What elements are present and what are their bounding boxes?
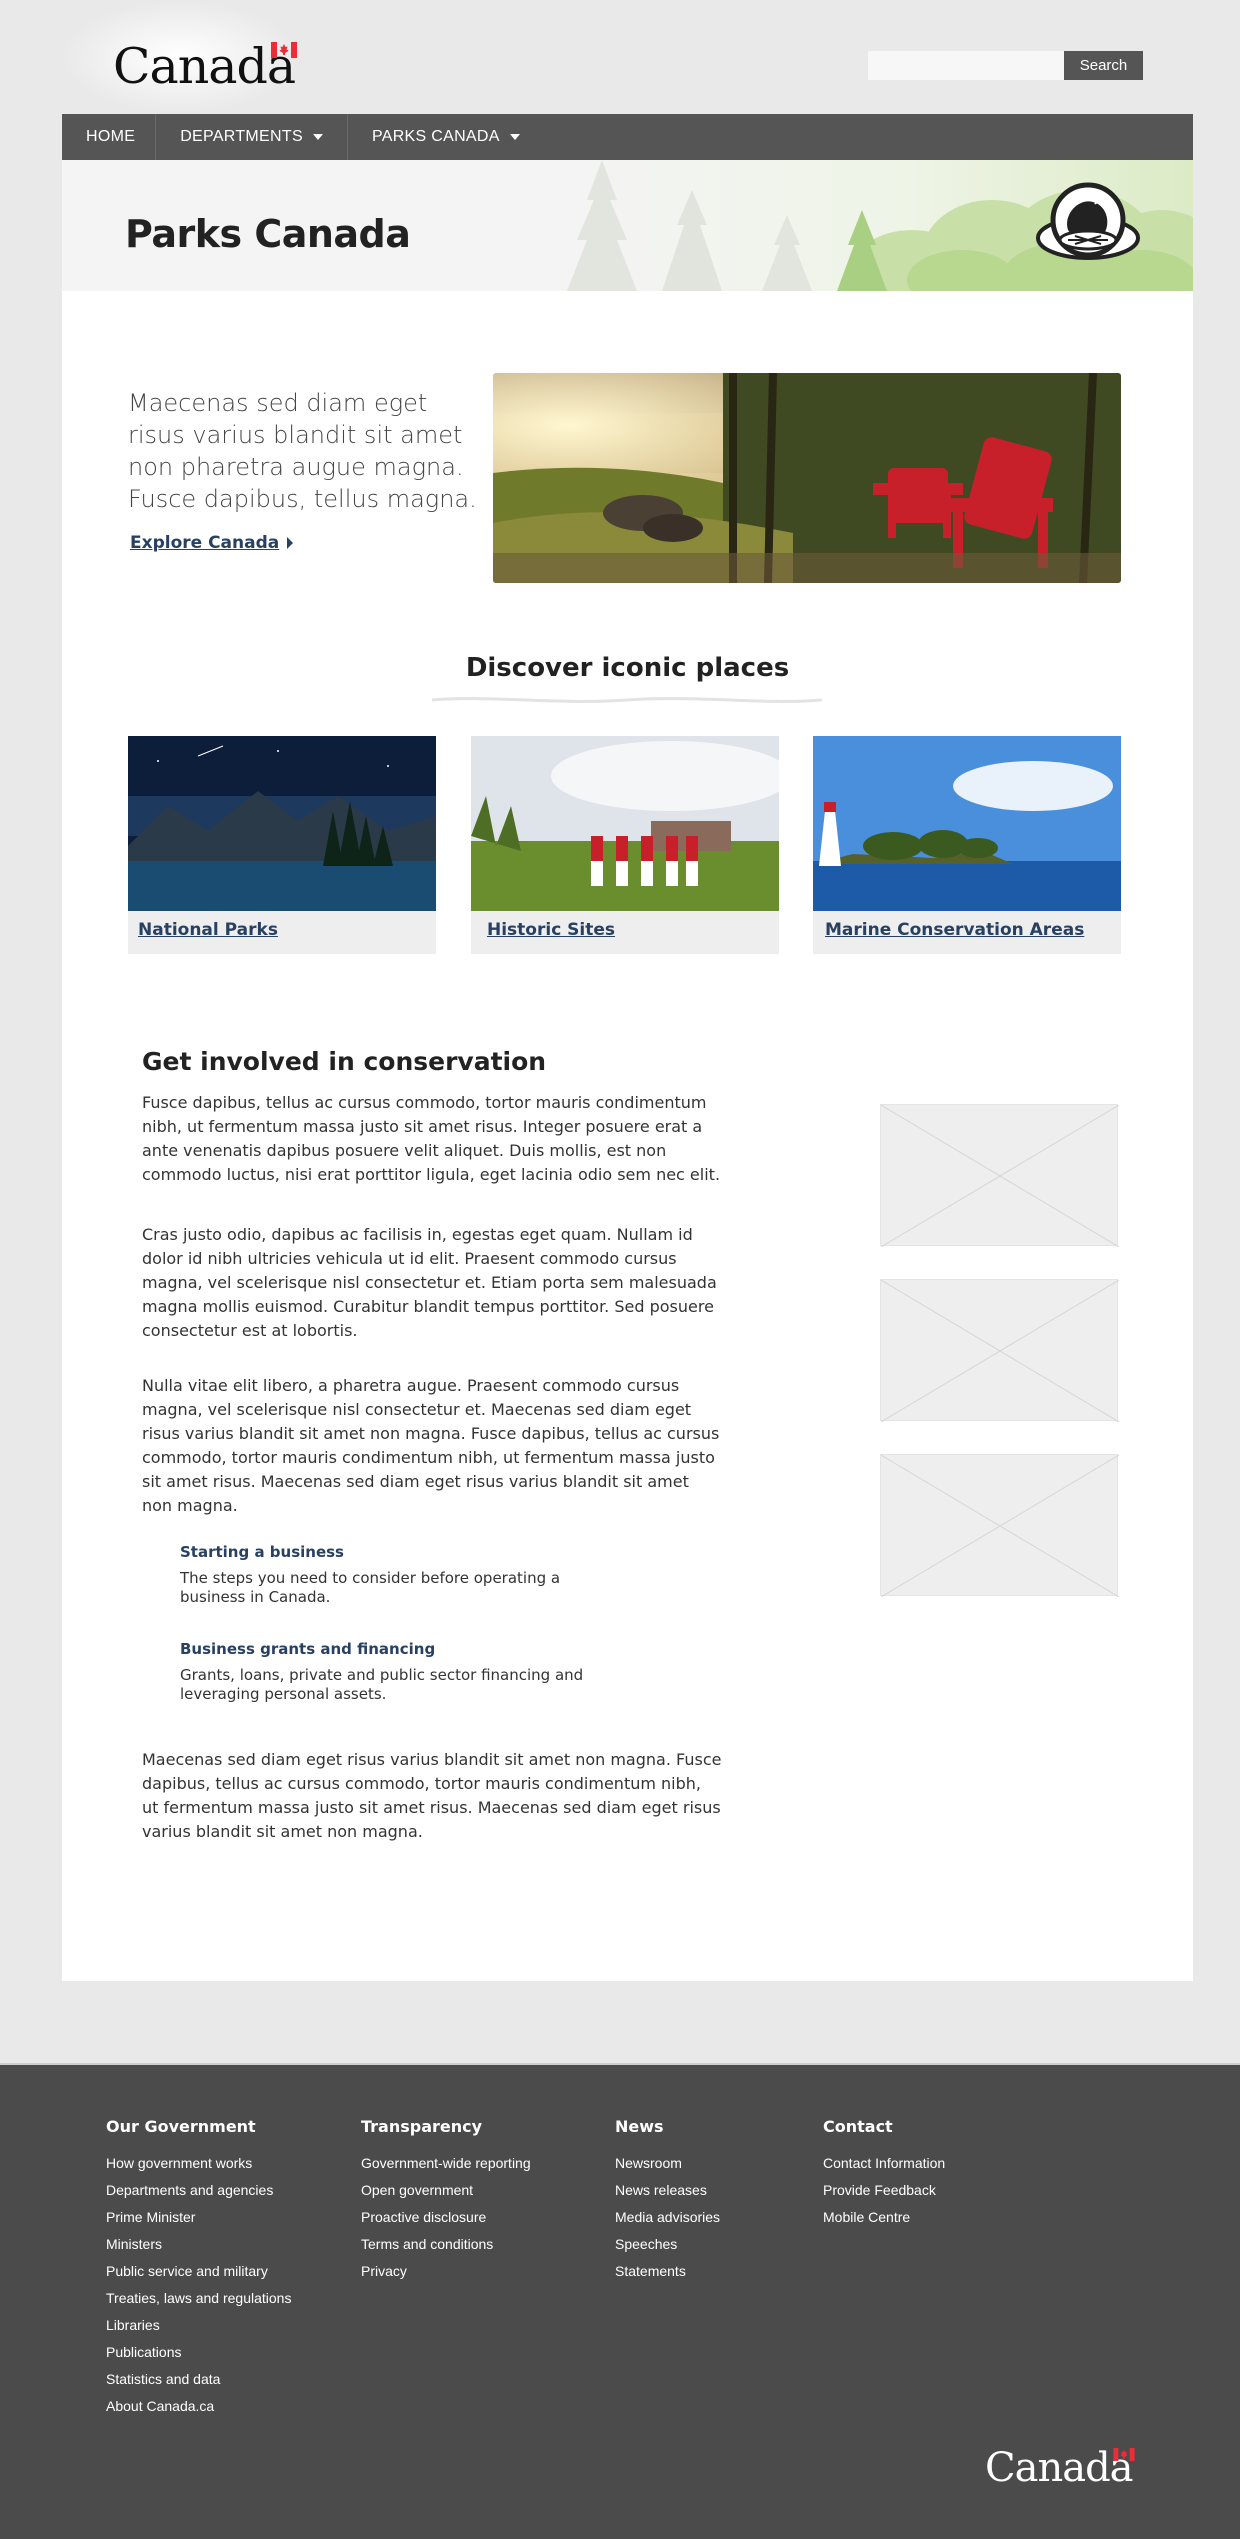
footer-link[interactable]: Ministers [106,2231,291,2258]
national-parks-image [128,736,436,911]
nav-parks-canada-label: PARKS CANADA [371,128,500,145]
footer-link[interactable]: News releases [615,2177,720,2204]
main-content: Maecenas sed diam eget risus varius blan… [62,291,1193,1981]
marine-conservation-image [813,736,1121,911]
historic-sites-image [471,736,779,911]
paragraph: Fusce dapibus, tellus ac cursus commodo,… [142,1093,721,1184]
footer-link[interactable]: Treaties, laws and regulations [106,2285,291,2312]
footer-link[interactable]: Terms and conditions [361,2231,531,2258]
nav-departments[interactable]: DEPARTMENTS [156,114,348,160]
footer-link[interactable]: Libraries [106,2312,291,2339]
intro-text: Maecenas sed diam eget risus varius blan… [128,389,477,513]
footer-link[interactable]: Proactive disclosure [361,2204,531,2231]
search-input[interactable] [868,51,1064,80]
section-title-discover: Discover iconic places [465,653,790,683]
footer-link[interactable]: Publications [106,2339,291,2366]
main-nav: HOME DEPARTMENTS PARKS CANADA [62,114,1193,160]
paragraph: Nulla vitae elit libero, a pharetra augu… [142,1376,720,1515]
nav-home[interactable]: HOME [62,114,157,160]
resource-description: Grants, loans, private and public sector… [180,1666,584,1703]
footer-column-title: Transparency [361,2117,483,2136]
chevron-down-icon [509,134,520,140]
footer-link[interactable]: Government-wide reporting [361,2150,531,2177]
hero-image [493,373,1121,583]
chevron-down-icon [312,134,323,140]
site-footer: Our Government How government works Depa… [0,2063,1240,2539]
red-chairs-lake-image [493,373,1121,583]
nav-departments-label: DEPARTMENTS [180,128,303,145]
search-button[interactable]: Search [1064,51,1143,80]
footer-link[interactable]: Departments and agencies [106,2177,291,2204]
footer-column-news: News Newsroom News releases Media adviso… [615,2117,720,2285]
footer-link[interactable]: Newsroom [615,2150,720,2177]
explore-canada-link[interactable]: Explore Canada [130,533,294,553]
image-placeholder [880,1454,1120,1598]
footer-link[interactable]: Statements [615,2258,720,2285]
canada-flag-icon [1112,2448,1135,2461]
title-underline-decoration [432,697,822,703]
card-label: Historic Sites [487,920,616,940]
footer-link[interactable]: Statistics and data [106,2366,291,2393]
image-placeholder [880,1104,1120,1248]
footer-link[interactable]: Prime Minister [106,2204,291,2231]
site-header: Canada Search [0,0,1240,114]
resource-link-starting-business[interactable]: Starting a business [180,1543,344,1561]
card-historic-sites[interactable]: Historic Sites [471,736,779,954]
card-label: National Parks [138,920,278,940]
paragraph: Maecenas sed diam eget risus varius blan… [142,1750,722,1841]
footer-column-title: Our Government [106,2117,256,2136]
page-title: Parks Canada [125,212,411,256]
card-label: Marine Conservation Areas [825,920,1085,940]
footer-link[interactable]: Open government [361,2177,531,2204]
footer-column-title: News [615,2117,664,2136]
footer-link[interactable]: Privacy [361,2258,531,2285]
footer-canada-wordmark: Canada [985,2445,1135,2491]
footer-column-our-government: Our Government How government works Depa… [106,2117,291,2420]
canada-wordmark[interactable]: Canada [113,38,298,95]
footer-wordmark-text: Canada [985,2445,1134,2491]
card-marine-conservation[interactable]: Marine Conservation Areas [813,736,1121,954]
card-national-parks[interactable]: National Parks [128,736,436,954]
explore-canada-label: Explore Canada [130,533,280,553]
image-placeholder [880,1279,1120,1423]
section-title-conservation: Get involved in conservation [142,1047,547,1076]
footer-column-contact: Contact Contact Information Provide Feed… [823,2117,945,2231]
page-banner: Parks Canada [62,160,1193,291]
resource-description: The steps you need to consider before op… [180,1569,561,1606]
footer-column-title: Contact [823,2117,893,2136]
footer-column-transparency: Transparency Government-wide reporting O… [361,2117,531,2285]
footer-link[interactable]: How government works [106,2150,291,2177]
footer-link[interactable]: Provide Feedback [823,2177,945,2204]
parks-canada-beaver-logo [1036,182,1140,260]
footer-link[interactable]: Mobile Centre [823,2204,945,2231]
footer-link[interactable]: Contact Information [823,2150,945,2177]
footer-link[interactable]: About Canada.ca [106,2393,291,2420]
nav-home-label: HOME [86,128,136,145]
footer-link[interactable]: Public service and military [106,2258,291,2285]
canada-flag-icon [271,42,298,58]
arrow-right-icon [287,537,294,549]
footer-link[interactable]: Media advisories [615,2204,720,2231]
footer-link[interactable]: Speeches [615,2231,720,2258]
paragraph: Cras justo odio, dapibus ac facilisis in… [142,1225,717,1340]
nav-parks-canada[interactable]: PARKS CANADA [348,114,544,160]
resource-link-grants-financing[interactable]: Business grants and financing [180,1640,435,1658]
wordmark-text: Canada [113,38,296,95]
